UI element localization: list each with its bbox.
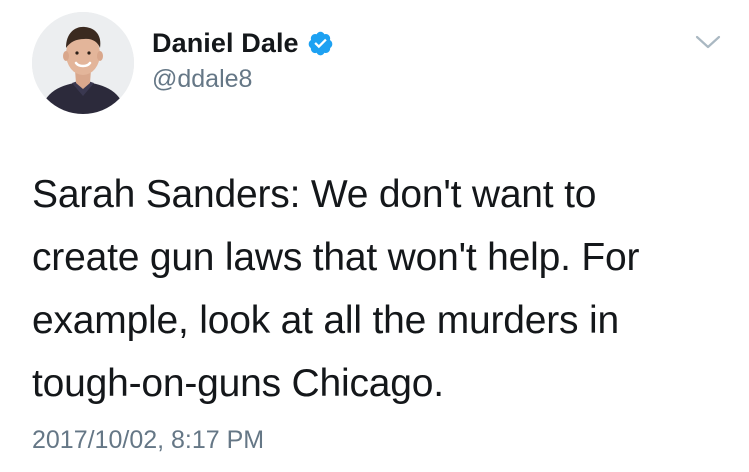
verified-badge-icon [307,30,334,57]
profile-photo-icon [32,12,134,114]
chevron-down-icon [695,35,721,49]
author-info: Daniel Dale @ddale8 [152,26,334,94]
tweet-text: Sarah Sanders: We don't want to create g… [32,173,640,405]
display-name[interactable]: Daniel Dale [152,28,299,59]
tweet-menu-button[interactable] [695,34,721,50]
user-handle[interactable]: @ddale8 [152,65,334,94]
name-row: Daniel Dale [152,26,334,60]
avatar[interactable] [32,12,134,114]
tweet-card: Daniel Dale @ddale8 Sarah Sanders: We do… [0,0,749,472]
tweet-timestamp[interactable]: 2017/10/02, 8:17 PM [32,426,264,455]
